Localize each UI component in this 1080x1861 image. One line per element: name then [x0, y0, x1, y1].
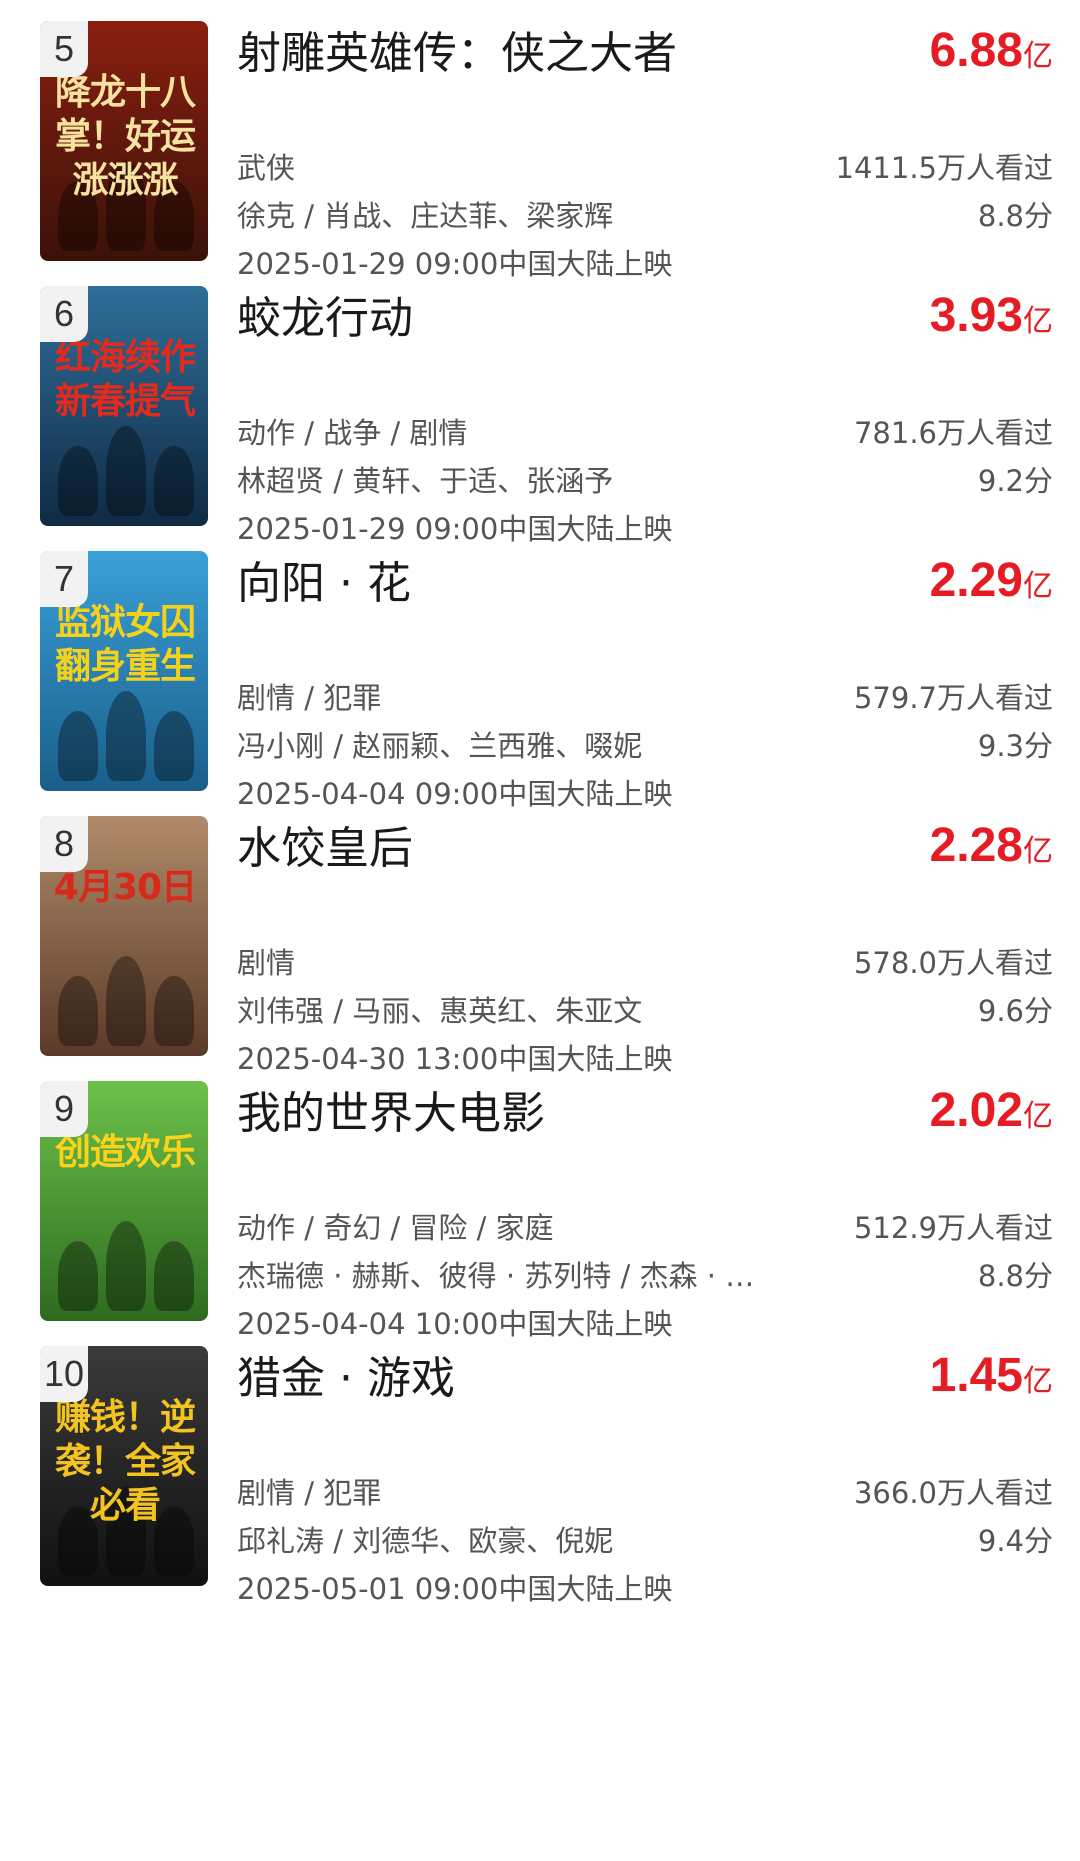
poster-figure: [154, 446, 194, 516]
poster-figure: [58, 711, 98, 781]
movie-item[interactable]: 降龙十八掌！好运涨涨涨 5 射雕英雄传：侠之大者 6.88亿武侠徐克 / 肖战、庄达菲…: [0, 21, 1080, 281]
movie-poster[interactable]: 4月30日 8: [40, 816, 208, 1056]
movie-score: 9.2分: [977, 464, 1053, 498]
movie-title[interactable]: 射雕英雄传：侠之大者: [237, 26, 677, 82]
box-office-list: 降龙十八掌！好运涨涨涨 5 射雕英雄传：侠之大者 6.88亿 武侠 徐克 / 肖战、庄达菲…: [0, 0, 1080, 1861]
gross-unit: 亿: [1023, 304, 1053, 339]
gross-value: 3.93: [929, 289, 1023, 342]
poster-headline: 降龙十八掌！好运涨涨涨: [54, 72, 196, 201]
movie-item[interactable]: 红海续作新春提气 6 蛟龙行动 3.93亿动作 / 战争 / 剧情林超贤 / 黄轩、于…: [0, 286, 1080, 546]
gross-unit: 亿: [1023, 1364, 1053, 1399]
poster-figure: [154, 711, 194, 781]
rank-badge: 10: [40, 1346, 88, 1402]
movie-genre: 剧情 / 犯罪: [237, 681, 382, 715]
movie-item[interactable]: 创造欢乐 9 我的世界大电影 2.02亿动作 / 奇幻 / 冒险 / 家庭杰瑞德 · …: [0, 1081, 1080, 1341]
rank-badge: 8: [40, 816, 88, 872]
release-date: 2025-01-29 09:00中国大陆上映: [237, 512, 673, 546]
release-date: 2025-05-01 09:00中国大陆上映: [237, 1572, 673, 1606]
movie-crew: 杰瑞德 · 赫斯、彼得 · 苏列特 / 杰森 · 莫玛: [237, 1259, 777, 1293]
rank-badge: 9: [40, 1081, 88, 1137]
poster-figure: [106, 1221, 146, 1311]
gross-value: 2.02: [929, 1084, 1023, 1137]
release-date: 2025-04-30 13:00中国大陆上映: [237, 1042, 673, 1076]
box-office-gross: 3.93亿: [930, 286, 1053, 346]
movie-item[interactable]: 4月30日 8 水饺皇后 2.28亿剧情刘伟强 / 马丽、惠英红、朱亚文 2025-04…: [0, 816, 1080, 1076]
poster-headline: 监狱女囚翻身重生: [54, 602, 196, 687]
movie-genre: 剧情: [237, 946, 296, 980]
movie-crew: 邱礼涛 / 刘德华、欧豪、倪妮: [237, 1524, 614, 1558]
poster-figure: [106, 691, 146, 781]
box-office-gross: 2.28亿: [930, 816, 1053, 876]
release-date: 2025-04-04 09:00中国大陆上映: [237, 777, 673, 811]
poster-figure: [154, 976, 194, 1046]
box-office-gross: 2.29亿: [930, 551, 1053, 611]
gross-unit: 亿: [1023, 569, 1053, 604]
box-office-gross: 1.45亿: [930, 1346, 1053, 1406]
poster-figure: [58, 1241, 98, 1311]
gross-unit: 亿: [1023, 834, 1053, 869]
movie-title[interactable]: 蛟龙行动: [237, 291, 413, 347]
viewer-count: 1411.5万人看过: [835, 151, 1053, 185]
rank-badge: 7: [40, 551, 88, 607]
movie-item[interactable]: 监狱女囚翻身重生 7 向阳 · 花 2.29亿剧情 / 犯罪冯小刚 / 赵丽颖、兰西雅…: [0, 551, 1080, 811]
movie-poster[interactable]: 降龙十八掌！好运涨涨涨 5: [40, 21, 208, 261]
viewer-count: 578.0万人看过: [853, 946, 1053, 980]
movie-poster[interactable]: 创造欢乐 9: [40, 1081, 208, 1321]
movie-score: 9.4分: [977, 1524, 1053, 1558]
movie-genre: 剧情 / 犯罪: [237, 1476, 382, 1510]
poster-figure: [58, 446, 98, 516]
gross-value: 2.28: [929, 819, 1023, 872]
movie-poster[interactable]: 红海续作新春提气 6: [40, 286, 208, 526]
movie-genre: 武侠: [237, 151, 296, 185]
movie-genre: 动作 / 战争 / 剧情: [237, 416, 468, 450]
movie-item[interactable]: 赚钱！逆袭！全家必看 10 猎金 · 游戏 1.45亿剧情 / 犯罪邱礼涛 / 刘德华…: [0, 1346, 1080, 1606]
viewer-count: 512.9万人看过: [853, 1211, 1053, 1245]
rank-badge: 6: [40, 286, 88, 342]
poster-figure: [58, 976, 98, 1046]
viewer-count: 366.0万人看过: [853, 1476, 1053, 1510]
poster-headline: 赚钱！逆袭！全家必看: [54, 1397, 196, 1526]
movie-genre: 动作 / 奇幻 / 冒险 / 家庭: [237, 1211, 554, 1245]
poster-figure: [154, 1241, 194, 1311]
movie-poster[interactable]: 赚钱！逆袭！全家必看 10: [40, 1346, 208, 1586]
movie-crew: 冯小刚 / 赵丽颖、兰西雅、啜妮: [237, 729, 643, 763]
movie-title[interactable]: 猎金 · 游戏: [237, 1351, 455, 1407]
movie-crew: 徐克 / 肖战、庄达菲、梁家辉: [237, 199, 614, 233]
gross-value: 2.29: [929, 554, 1023, 607]
release-date: 2025-04-04 10:00中国大陆上映: [237, 1307, 673, 1341]
gross-unit: 亿: [1023, 1099, 1053, 1134]
movie-crew: 刘伟强 / 马丽、惠英红、朱亚文: [237, 994, 643, 1028]
movie-title[interactable]: 水饺皇后: [237, 821, 413, 877]
rank-badge: 5: [40, 21, 88, 77]
poster-headline: 红海续作新春提气: [54, 337, 196, 422]
movie-score: 8.8分: [977, 1259, 1053, 1293]
movie-score: 8.8分: [977, 199, 1053, 233]
box-office-gross: 2.02亿: [930, 1081, 1053, 1141]
poster-figure: [106, 426, 146, 516]
viewer-count: 781.6万人看过: [853, 416, 1053, 450]
movie-crew: 林超贤 / 黄轩、于适、张涵予: [237, 464, 614, 498]
box-office-gross: 6.88亿: [930, 21, 1053, 81]
viewer-count: 579.7万人看过: [853, 681, 1053, 715]
poster-headline: 4月30日: [53, 867, 197, 908]
gross-value: 1.45: [929, 1349, 1023, 1402]
poster-figure: [106, 956, 146, 1046]
gross-value: 6.88: [929, 24, 1023, 77]
movie-poster[interactable]: 监狱女囚翻身重生 7: [40, 551, 208, 791]
movie-title[interactable]: 我的世界大电影: [237, 1086, 545, 1142]
movie-score: 9.6分: [977, 994, 1053, 1028]
movie-title[interactable]: 向阳 · 花: [237, 556, 411, 612]
release-date: 2025-01-29 09:00中国大陆上映: [237, 247, 673, 281]
movie-score: 9.3分: [977, 729, 1053, 763]
gross-unit: 亿: [1023, 39, 1053, 74]
poster-headline: 创造欢乐: [54, 1132, 196, 1173]
